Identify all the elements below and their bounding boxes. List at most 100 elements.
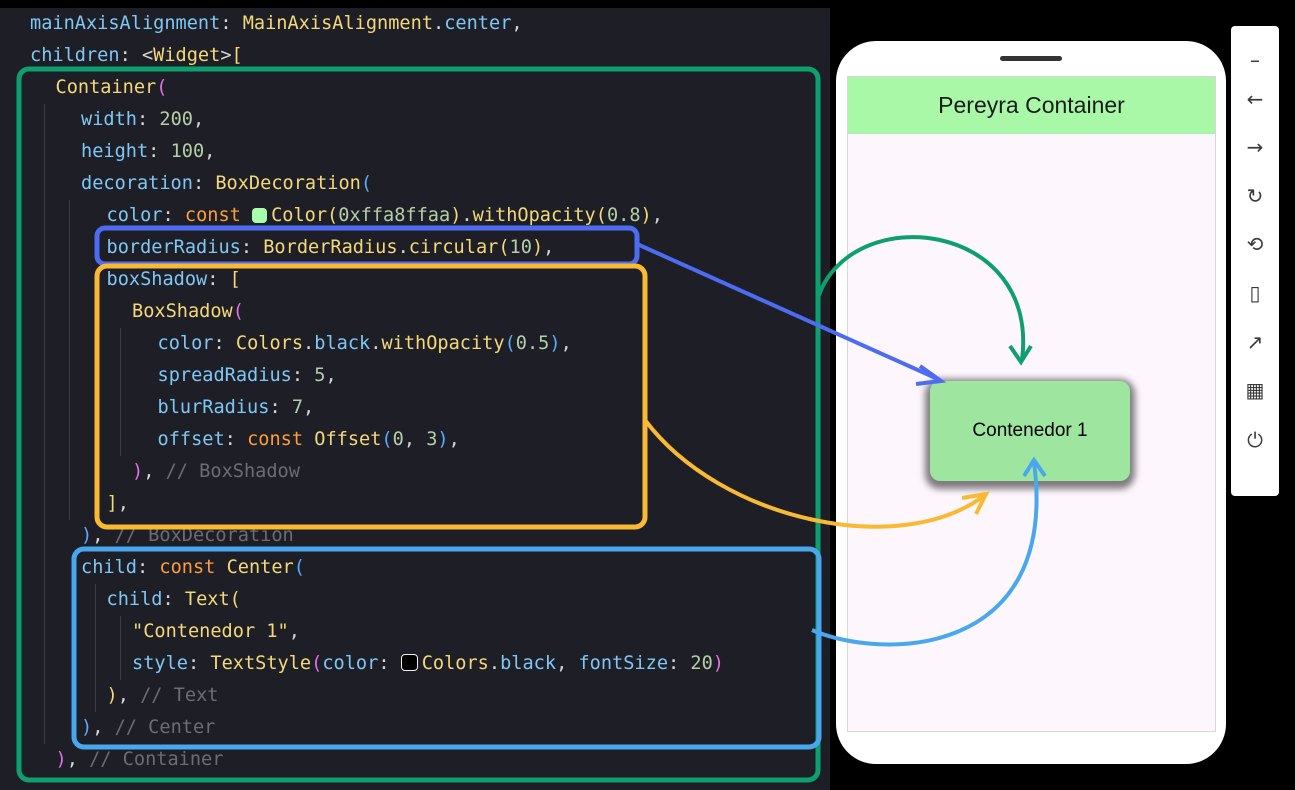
code-token: , (325, 365, 337, 386)
code-token: mainAxisAlignment (30, 13, 221, 34)
code-line: offset: const Offset(0, 3), (158, 424, 460, 456)
code-token: ) (531, 237, 544, 258)
code-line: spreadRadius: 5, (158, 360, 337, 392)
color-swatch-icon[interactable] (252, 208, 268, 223)
code-token: BoxDecoration (215, 173, 361, 194)
code-token: : (148, 141, 171, 162)
code-token: Color (271, 205, 328, 226)
color-swatch-icon[interactable] (400, 654, 418, 671)
phone-edit-icon[interactable]: ▯ (1239, 277, 1271, 309)
code-token: : (162, 589, 185, 610)
code-token: , (303, 397, 315, 418)
phone-speaker (1000, 56, 1062, 61)
contenedor-text: Contenedor 1 (972, 420, 1088, 441)
code-token: ( (156, 77, 168, 98)
rotate-device-icon[interactable]: ⟲ (1239, 228, 1271, 260)
code-token: ) (640, 205, 652, 226)
code-token: : (213, 333, 236, 354)
code-token: ( (504, 333, 516, 354)
code-token: ) (712, 653, 724, 674)
indent-guide (94, 584, 96, 712)
code-token: // Center (114, 717, 216, 738)
minimize-icon[interactable]: – (1239, 44, 1271, 76)
code-token: ) (132, 461, 144, 482)
code-token: "Contenedor 1" (132, 621, 289, 642)
code-line: ), // BoxShadow (132, 456, 300, 488)
code-token: [ (229, 269, 241, 290)
code-token: ( (311, 653, 323, 674)
indent-guide (120, 328, 121, 456)
code-line: blurRadius: 7, (158, 392, 315, 424)
code-token: , (556, 653, 579, 674)
indent-guide (120, 616, 121, 680)
code-editor[interactable]: mainAxisAlignment: MainAxisAlignment.cen… (0, 8, 830, 790)
code-token: : (136, 109, 160, 130)
code-token: MainAxisAlignment (242, 13, 434, 34)
code-token: ( (327, 205, 339, 226)
code-token: Container (55, 77, 157, 98)
forward-arrow-icon[interactable]: → (1239, 131, 1271, 163)
code-token: . (397, 237, 409, 258)
phone-emulator: Pereyra Container Contenedor 1 (836, 41, 1226, 764)
indent-guide (43, 104, 45, 744)
phone-screen[interactable]: Pereyra Container Contenedor 1 (847, 76, 1216, 732)
code-token: . (433, 13, 445, 34)
code-token: ) (549, 333, 561, 354)
code-line: decoration: BoxDecoration( (81, 168, 372, 200)
code-line: color: const Color(0xffa8ffaa).withOpaci… (107, 200, 663, 232)
code-token: , (117, 493, 129, 514)
code-token: 0xffa8ffaa (338, 205, 451, 226)
code-token: BoxShadow (132, 301, 233, 322)
code-token: black (314, 333, 371, 354)
code-token: 20 (690, 653, 713, 674)
code-token: : (220, 13, 243, 34)
code-token: const (159, 557, 216, 578)
code-token: Colors (235, 333, 304, 354)
code-token: // Container (89, 749, 224, 770)
code-token: children (30, 45, 120, 66)
code-token: : < (119, 45, 154, 66)
code-token: , (92, 525, 115, 546)
code-token: 0 (392, 429, 404, 450)
code-token: : (192, 173, 216, 194)
code-token: ) (450, 205, 462, 226)
back-arrow-icon[interactable]: ← (1239, 83, 1271, 115)
code-token: ( (498, 237, 510, 258)
code-token: spreadRadius (157, 365, 292, 386)
code-token: child (106, 589, 163, 610)
code-token: Text (184, 589, 230, 610)
code-token: , (204, 141, 216, 162)
code-token: // BoxDecoration (114, 525, 294, 546)
qr-code-icon[interactable]: ▦ (1239, 374, 1271, 406)
code-token: height (81, 141, 149, 162)
emulator-toolbar: – ← → ↻ ⟲ ▯ ↗ ▦ ⏻ (1231, 26, 1279, 496)
code-token: Offset (314, 429, 382, 450)
open-external-icon[interactable]: ↗ (1239, 326, 1271, 358)
indent-guide (69, 200, 70, 520)
code-line: ], (107, 488, 129, 520)
code-token: , (543, 237, 555, 258)
code-token: 200 (159, 109, 193, 130)
code-token: Colors (421, 653, 489, 674)
code-token: . (303, 333, 315, 354)
app-bar: Pereyra Container (848, 77, 1215, 134)
code-token: black (500, 653, 557, 674)
code-token: Widget (153, 45, 221, 66)
code-line: ), // Center (81, 712, 215, 744)
code-token: 10 (509, 237, 532, 258)
code-token: ( (595, 205, 607, 226)
code-token: : (269, 397, 292, 418)
rotate-icon[interactable]: ↻ (1239, 180, 1271, 212)
code-token: color (322, 653, 379, 674)
code-token: , (511, 13, 523, 34)
power-icon[interactable]: ⏻ (1239, 424, 1271, 456)
code-token: withOpacity (472, 205, 596, 226)
code-line: Container( (56, 72, 168, 104)
code-token: circular (408, 237, 499, 258)
code-token: ) (55, 749, 67, 770)
code-token: center (444, 13, 512, 34)
indent-guide (94, 296, 96, 488)
code-token: Center (226, 557, 294, 578)
code-line: height: 100, (81, 136, 215, 168)
